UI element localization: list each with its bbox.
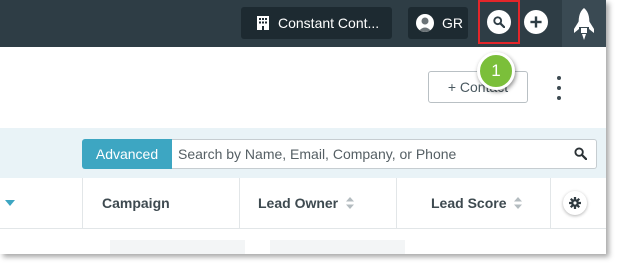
app-window: Constant Cont... GR + Contact 1 Advanced…	[0, 0, 606, 254]
user-menu-button[interactable]: GR	[408, 7, 468, 39]
column-header-label: Lead Owner	[258, 195, 339, 211]
table-row	[110, 240, 245, 254]
building-icon	[257, 16, 269, 30]
column-settings-button[interactable]	[563, 191, 587, 215]
contact-search-input[interactable]	[172, 140, 568, 168]
avatar-icon	[416, 14, 434, 32]
account-switcher-button[interactable]: Constant Cont...	[241, 7, 392, 39]
account-name: Constant Cont...	[278, 15, 380, 31]
search-icon[interactable]	[574, 147, 587, 160]
rocket-logo-icon	[574, 7, 594, 40]
gear-icon	[569, 197, 581, 209]
column-header-label: Campaign	[102, 195, 170, 211]
more-vertical-icon[interactable]	[553, 76, 565, 100]
advanced-search-button[interactable]: Advanced	[82, 139, 172, 169]
column-header-campaign[interactable]: Campaign	[83, 178, 240, 228]
app-logo[interactable]	[562, 0, 606, 47]
sort-icon	[514, 197, 523, 209]
plus-icon	[530, 16, 542, 28]
table-header: Campaign Lead Owner Lead Score	[0, 178, 606, 229]
user-initials: GR	[442, 15, 463, 31]
sort-icon	[346, 197, 355, 209]
contact-search-field	[172, 139, 597, 169]
column-header-sorted[interactable]	[0, 178, 83, 228]
column-header-lead-owner[interactable]: Lead Owner	[240, 178, 397, 228]
add-new-button[interactable]	[524, 10, 548, 34]
global-search-button[interactable]	[478, 0, 520, 44]
column-header-label: Lead Score	[431, 195, 507, 211]
table-row	[270, 240, 405, 254]
sort-desc-icon	[5, 200, 15, 206]
top-nav-bar: Constant Cont... GR	[0, 0, 606, 47]
step-callout-badge: 1	[477, 52, 515, 90]
column-header-lead-score[interactable]: Lead Score	[397, 178, 551, 228]
search-icon	[493, 16, 505, 28]
